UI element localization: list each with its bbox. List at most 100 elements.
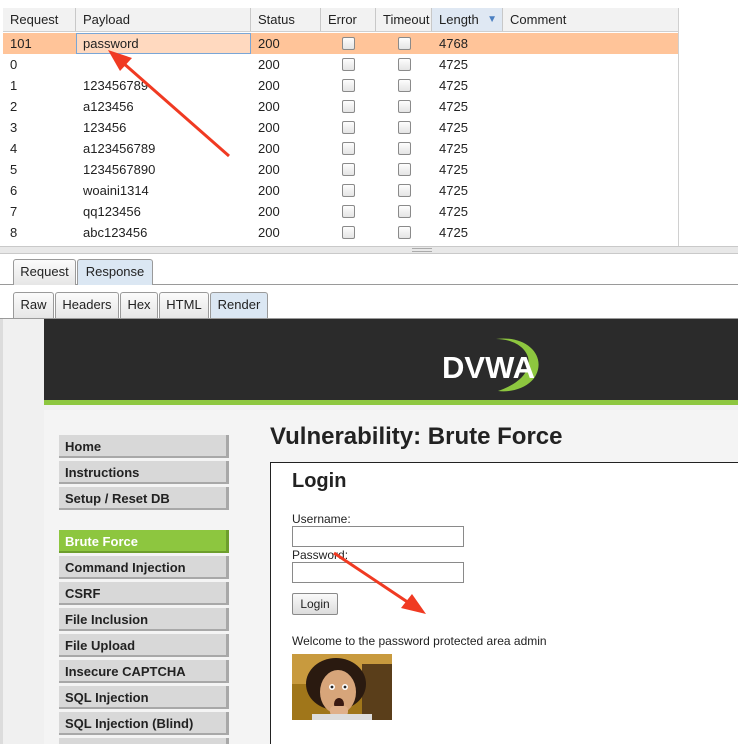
username-field[interactable] [292, 526, 464, 547]
cell-payload [76, 54, 251, 75]
col-header-status[interactable]: Status [251, 8, 321, 31]
cell-payload: 123456 [83, 120, 127, 135]
menu-item-insecure-captcha[interactable]: Insecure CAPTCHA [59, 660, 229, 683]
tab-response[interactable]: Response [77, 259, 153, 285]
menu-item-next[interactable] [59, 738, 229, 744]
menu-item-sql-injection-blind[interactable]: SQL Injection (Blind) [59, 712, 229, 735]
splitter-grip[interactable] [412, 248, 432, 252]
cell-payload: qq123456 [83, 204, 141, 219]
message-tabbar: Request Response [0, 254, 738, 285]
cell-length: 4725 [439, 120, 468, 135]
menu-item-file-upload[interactable]: File Upload [59, 634, 229, 657]
tab-render[interactable]: Render [210, 292, 268, 318]
cell-status: 200 [258, 225, 280, 240]
error-checkbox[interactable] [342, 205, 355, 218]
timeout-checkbox[interactable] [397, 100, 411, 113]
cell-payload: a123456 [83, 99, 134, 114]
table-row[interactable]: 7 qq123456 200 4725 [3, 201, 678, 222]
timeout-cell [376, 54, 432, 75]
cell-request: 4 [10, 141, 18, 156]
cell-length: 4725 [439, 183, 468, 198]
success-photo [292, 654, 392, 720]
table-row[interactable]: 5 1234567890 200 4725 [3, 159, 678, 180]
table-body: 101 password 200 4768 0 200 4725 1 123456789 200 4… [3, 33, 678, 243]
timeout-checkbox[interactable] [397, 121, 411, 134]
timeout-checkbox[interactable] [397, 37, 411, 50]
menu-item-sql-injection[interactable]: SQL Injection [59, 686, 229, 709]
menu-item-setup-reset-db[interactable]: Setup / Reset DB [59, 487, 229, 510]
timeout-checkbox[interactable] [397, 79, 411, 92]
cell-comment [503, 96, 678, 117]
col-header-payload[interactable]: Payload [76, 8, 251, 31]
cell-status: 200 [258, 78, 280, 93]
table-row[interactable]: 0 200 4725 [3, 54, 678, 75]
timeout-checkbox[interactable] [397, 58, 411, 71]
table-row[interactable]: 4 a123456789 200 4725 [3, 138, 678, 159]
dvwa-logo: DVWA [442, 338, 539, 392]
tab-request[interactable]: Request [13, 259, 76, 285]
table-row[interactable]: 8 abc123456 200 4725 [3, 222, 678, 243]
menu-item-command-injection[interactable]: Command Injection [59, 556, 229, 579]
cell-length: 4725 [439, 99, 468, 114]
cell-status: 200 [258, 141, 280, 156]
error-checkbox[interactable] [342, 226, 355, 239]
table-row[interactable]: 101 password 200 4768 [3, 33, 678, 54]
cell-request: 7 [10, 204, 18, 219]
password-field[interactable] [292, 562, 464, 583]
login-button[interactable]: Login [292, 593, 338, 615]
error-cell [321, 54, 376, 75]
table-row[interactable]: 2 a123456 200 4725 [3, 96, 678, 117]
render-pane: DVWA Home Instructions Setup / Reset DB Br… [0, 319, 738, 744]
username-label: Username: [292, 512, 351, 526]
cell-comment [503, 201, 678, 222]
cell-status: 200 [258, 99, 280, 114]
cell-comment [503, 138, 678, 159]
pane-splitter[interactable] [0, 246, 738, 254]
cell-length: 4725 [439, 141, 468, 156]
menu-item-home[interactable]: Home [59, 435, 229, 458]
error-checkbox[interactable] [342, 79, 355, 92]
page-title: Vulnerability: Brute Force [270, 423, 563, 450]
tab-raw[interactable]: Raw [13, 292, 54, 318]
cell-status: 200 [258, 183, 280, 198]
cell-payload: a123456789 [83, 141, 156, 156]
col-header-request[interactable]: Request [3, 8, 76, 31]
timeout-checkbox[interactable] [397, 163, 411, 176]
error-cell [321, 201, 376, 222]
cell-comment [503, 54, 678, 75]
cell-comment [503, 222, 678, 243]
error-checkbox[interactable] [342, 37, 355, 50]
cell-comment [503, 75, 678, 96]
cell-payload: woaini1314 [83, 183, 149, 198]
menu-item-csrf[interactable]: CSRF [59, 582, 229, 605]
table-row[interactable]: 3 123456 200 4725 [3, 117, 678, 138]
timeout-cell [376, 159, 432, 180]
tab-html[interactable]: HTML [159, 292, 209, 318]
col-header-timeout[interactable]: Timeout [376, 8, 432, 31]
table-row[interactable]: 1 123456789 200 4725 [3, 75, 678, 96]
tab-headers[interactable]: Headers [55, 292, 119, 318]
tab-hex[interactable]: Hex [120, 292, 158, 318]
menu-item-file-inclusion[interactable]: File Inclusion [59, 608, 229, 631]
timeout-checkbox[interactable] [397, 205, 411, 218]
col-header-error[interactable]: Error [321, 8, 376, 31]
menu-item-brute-force[interactable]: Brute Force [59, 530, 229, 553]
timeout-cell [376, 180, 432, 201]
col-header-length[interactable]: Length ▼ [432, 8, 503, 31]
timeout-checkbox[interactable] [397, 142, 411, 155]
table-row[interactable]: 6 woaini1314 200 4725 [3, 180, 678, 201]
timeout-checkbox[interactable] [397, 226, 411, 239]
error-checkbox[interactable] [342, 163, 355, 176]
cell-status: 200 [258, 120, 280, 135]
menu-item-instructions[interactable]: Instructions [59, 461, 229, 484]
error-checkbox[interactable] [342, 100, 355, 113]
timeout-cell [376, 222, 432, 243]
error-checkbox[interactable] [342, 184, 355, 197]
col-header-comment[interactable]: Comment [503, 8, 678, 31]
error-checkbox[interactable] [342, 142, 355, 155]
cell-request: 101 [10, 36, 32, 51]
error-checkbox[interactable] [342, 58, 355, 71]
cell-status: 200 [258, 162, 280, 177]
timeout-checkbox[interactable] [397, 184, 411, 197]
error-checkbox[interactable] [342, 121, 355, 134]
